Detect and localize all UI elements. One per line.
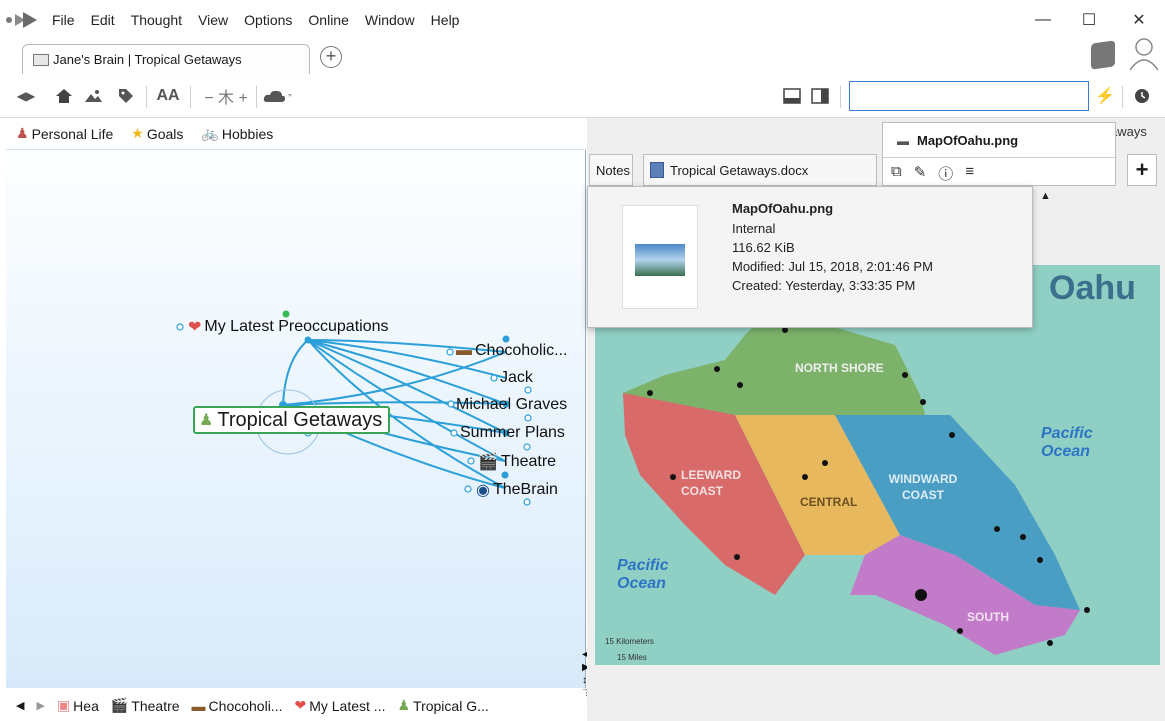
minimize-button[interactable]: — <box>1020 0 1066 40</box>
notes-tab[interactable]: Notes <box>589 154 633 186</box>
thought-child-jack[interactable]: Jack <box>500 369 533 387</box>
history-back-icon[interactable]: ◀ <box>16 699 24 712</box>
edit-pencil-icon[interactable]: ✎ <box>914 163 927 184</box>
popup-modified: Modified: Jul 15, 2018, 2:01:46 PM <box>732 259 933 274</box>
thought-parent[interactable]: ❤ My Latest Preoccupations <box>188 317 389 337</box>
history-forward-icon[interactable]: ▶ <box>36 699 44 712</box>
heart-icon: ❤ <box>188 319 202 336</box>
person-icon: ♟ <box>199 412 214 429</box>
user-icon[interactable] <box>1127 36 1161 72</box>
docx-tab[interactable]: Tropical Getaways.docx <box>643 154 877 186</box>
lightning-icon[interactable]: ⚡ <box>1094 84 1116 108</box>
thought-child-michael-graves[interactable]: Michael Graves <box>456 396 567 414</box>
add-attachment-button[interactable]: + <box>1127 154 1157 186</box>
chocolate-icon: ▬ <box>456 342 472 359</box>
thebrain-window: File Edit Thought View Options Online Wi… <box>0 0 1165 721</box>
popup-created: Created: Yesterday, 3:33:35 PM <box>732 278 916 293</box>
layout-bottom-icon[interactable] <box>780 84 804 108</box>
popup-size: 116.62 KiB <box>732 240 795 255</box>
image-file-icon: ▬ <box>897 133 909 148</box>
clapperboard-icon: 🎬 <box>110 697 129 713</box>
document-icon <box>650 162 664 178</box>
thought-child-thebrain[interactable]: ◉ TheBrain <box>476 480 558 500</box>
chocolate-icon: ▬ <box>191 697 206 714</box>
menu-icon[interactable]: ≡ <box>965 163 974 184</box>
person-icon: ♟ <box>397 697 411 713</box>
maximize-button[interactable]: ☐ <box>1066 0 1112 40</box>
info-icon[interactable]: ⓘ <box>938 163 953 184</box>
history-item[interactable]: ❤ My Latest ... <box>294 697 385 714</box>
history-item[interactable]: ▬ Chocoholi... <box>192 698 283 714</box>
health-icon: ▣ <box>56 697 71 713</box>
attachment-info-popup: MapOfOahu.png Internal 116.62 KiB Modifi… <box>587 186 1033 328</box>
layout-right-icon[interactable] <box>808 84 832 108</box>
heart-icon: ❤ <box>294 697 307 713</box>
search-input[interactable] <box>849 81 1089 111</box>
thought-child-summer-plans[interactable]: Summer Plans <box>460 424 565 442</box>
thought-child-chocoholic[interactable]: ▬ Chocoholic... <box>456 342 568 360</box>
file-thumbnail-icon <box>622 205 698 309</box>
history-item[interactable]: ♟ Tropical G... <box>397 697 488 714</box>
history-item[interactable]: ▣ Hea <box>57 697 99 714</box>
history-item[interactable]: 🎬 Theatre <box>111 697 180 714</box>
history-bar: ◀ ▶ ▣ Hea 🎬 Theatre ▬ Chocoholi... ❤ My … <box>6 690 586 721</box>
open-attachment-icon[interactable]: ⧉ <box>891 163 902 184</box>
close-button[interactable]: ✕ <box>1116 0 1162 40</box>
cube-icon[interactable] <box>1091 40 1115 70</box>
history-clock-icon[interactable] <box>1130 84 1154 108</box>
active-thought[interactable]: ♟ Tropical Getaways <box>193 406 391 434</box>
scroll-up-icon[interactable]: ▲ <box>1040 190 1051 202</box>
thought-child-theatre[interactable]: 🎬 Theatre <box>478 452 556 472</box>
thebrain-icon: ◉ <box>476 482 490 499</box>
popup-file-name: MapOfOahu.png <box>732 201 834 216</box>
clapperboard-icon: 🎬 <box>478 454 498 471</box>
popup-location: Internal <box>732 221 776 236</box>
map-title: Oahu <box>1049 269 1136 307</box>
attachment-tab[interactable]: ▬ MapOfOahu.png ⧉ ✎ ⓘ ≡ <box>882 122 1117 186</box>
